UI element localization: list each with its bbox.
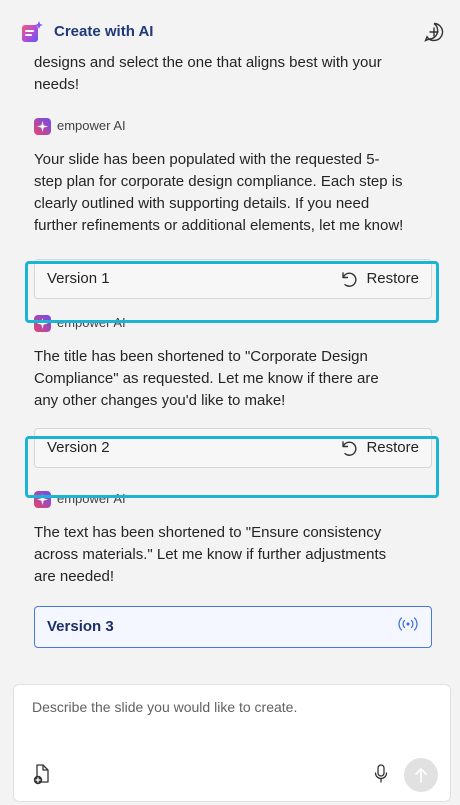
panel-title: Create with AI <box>54 23 154 40</box>
ai-sender-name: empower AI <box>57 315 126 330</box>
ai-sender-name: empower AI <box>57 491 126 506</box>
restore-icon <box>342 441 357 456</box>
microphone-icon[interactable] <box>372 763 390 785</box>
restore-label: Restore <box>366 270 419 287</box>
version-label: Version 2 <box>47 439 110 456</box>
ai-sender-label: empower AI <box>34 312 434 334</box>
empower-ai-icon <box>34 314 51 332</box>
message-text: designs and select the one that aligns b… <box>34 54 382 93</box>
version-card-current[interactable]: Version 3 <box>34 606 432 648</box>
panel-header: Create with AI <box>14 12 446 52</box>
empower-ai-icon <box>34 490 51 508</box>
message-text: The title has been shortened to "Corpora… <box>34 348 379 409</box>
ai-sender-name: empower AI <box>57 118 126 133</box>
ai-sender-label: empower AI <box>34 488 434 510</box>
chat-transcript: designs and select the one that aligns b… <box>34 52 434 648</box>
ai-sender-label: empower AI <box>34 115 434 137</box>
broadcast-icon <box>397 616 419 639</box>
send-button[interactable] <box>404 758 438 792</box>
restore-button[interactable]: Restore <box>338 437 419 459</box>
add-chat-icon[interactable] <box>422 20 446 44</box>
message-text: Your slide has been populated with the r… <box>34 151 404 234</box>
version-card: Version 1 Restore <box>34 259 432 299</box>
restore-icon <box>342 272 357 287</box>
message-text: The text has been shortened to "Ensure c… <box>34 524 387 585</box>
version-label: Version 3 <box>47 618 114 635</box>
version-label: Version 1 <box>47 270 110 287</box>
version-card: Version 2 Restore <box>34 428 432 468</box>
restore-button[interactable]: Restore <box>338 268 419 290</box>
arrow-up-icon <box>415 768 427 783</box>
prompt-input[interactable] <box>32 699 432 715</box>
sparkle-document-icon <box>20 20 44 44</box>
empower-ai-icon <box>34 117 51 135</box>
restore-label: Restore <box>366 439 419 456</box>
attach-file-icon[interactable] <box>32 763 52 785</box>
